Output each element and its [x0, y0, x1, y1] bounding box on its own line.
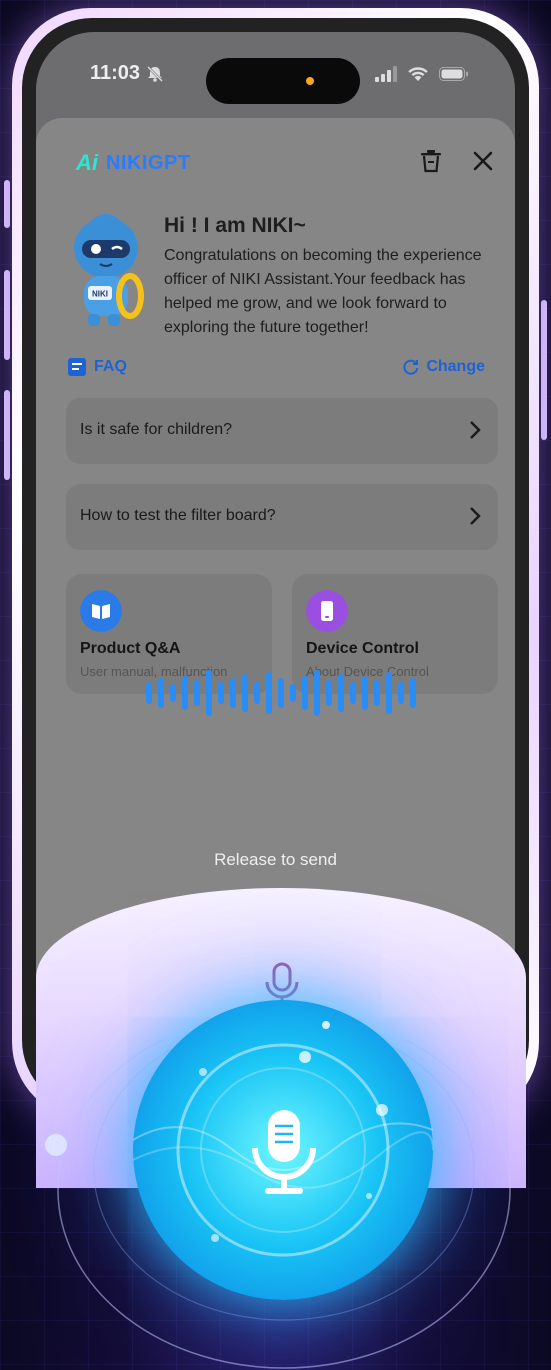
- bell-slash-icon: [147, 66, 163, 82]
- release-to-send-hint: Release to send: [214, 850, 337, 869]
- close-icon[interactable]: [470, 148, 496, 174]
- faq-label: FAQ: [94, 358, 127, 375]
- chevron-right-icon: [470, 421, 481, 439]
- faq-header: FAQ: [68, 358, 127, 376]
- status-icons: [375, 66, 469, 82]
- faq-question-2[interactable]: How to test the filter board?: [66, 484, 498, 550]
- refresh-icon: [403, 359, 419, 375]
- wifi-icon: [408, 67, 428, 81]
- brand-mark: Ai: [76, 150, 98, 175]
- phone-device-icon: [306, 590, 348, 632]
- book-icon: [80, 590, 122, 632]
- cellular-signal-icon: [375, 66, 397, 82]
- volume-up-button: [4, 270, 10, 360]
- brand-name: NIKIGPT: [106, 151, 191, 174]
- status-time: 11:03: [90, 62, 141, 84]
- status-bar: 11:03: [36, 32, 515, 118]
- faq-list-icon: [68, 358, 86, 376]
- battery-icon: [439, 67, 468, 81]
- card-title: Product Q&A: [80, 640, 181, 657]
- faq-question-text: Is it safe for children?: [80, 421, 233, 438]
- trash-icon[interactable]: [418, 148, 444, 174]
- change-button[interactable]: Change: [402, 358, 485, 376]
- hold-to-talk-button[interactable]: [133, 1000, 433, 1300]
- power-button: [541, 300, 547, 440]
- brand-logo: Ai NIKIGPT: [76, 150, 191, 176]
- microphone-icon: [252, 1110, 316, 1194]
- chevron-right-icon: [470, 507, 481, 525]
- silent-switch: [4, 180, 10, 228]
- volume-down-button: [4, 390, 10, 480]
- niki-mascot: NIKI: [74, 214, 144, 326]
- change-label: Change: [426, 358, 485, 375]
- faq-question-1[interactable]: Is it safe for children?: [66, 398, 498, 464]
- waveform-icon: [146, 670, 416, 716]
- mascot-badge: NIKI: [92, 290, 108, 299]
- greeting-title: Hi ! I am NIKI~: [164, 214, 306, 237]
- camera-indicator: [306, 77, 314, 85]
- card-title: Device Control: [306, 640, 419, 657]
- greeting-text: Congratulations on becoming the experien…: [164, 247, 482, 336]
- faq-question-text: How to test the filter board?: [80, 507, 276, 524]
- dynamic-island: [206, 58, 360, 104]
